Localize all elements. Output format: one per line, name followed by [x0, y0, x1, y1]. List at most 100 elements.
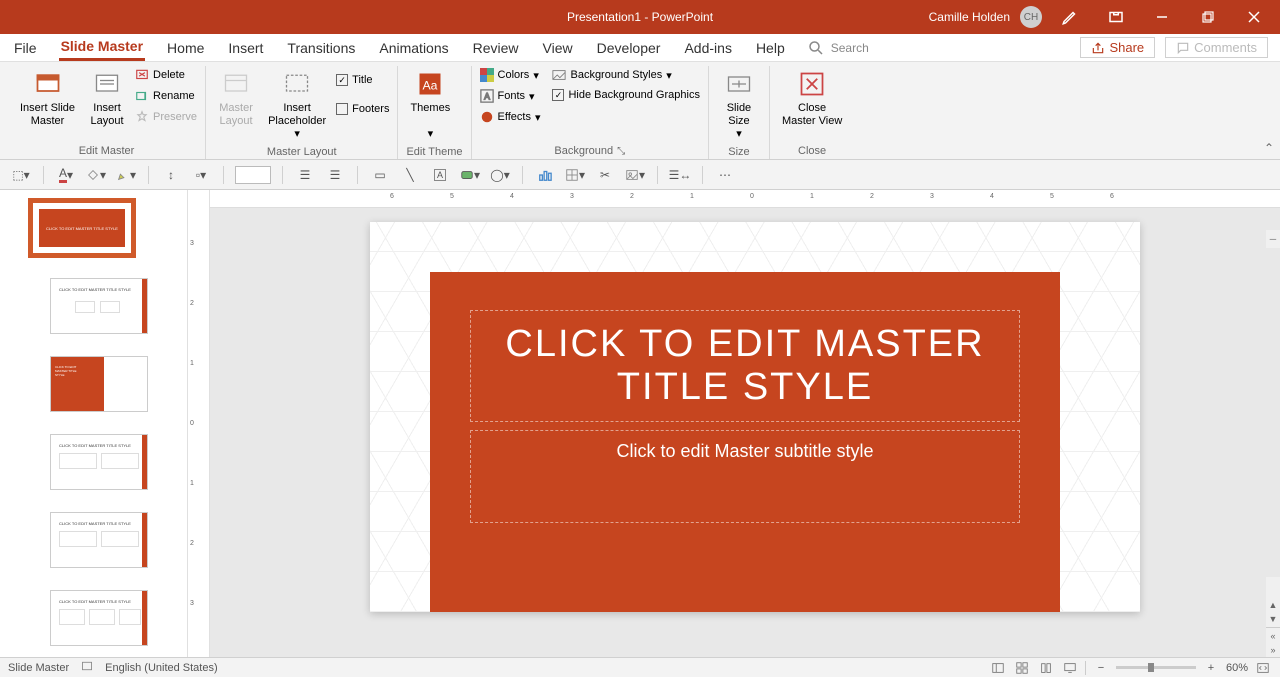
zoom-slider[interactable] [1116, 666, 1196, 669]
picture-button[interactable]: ▾ [624, 164, 646, 186]
insert-placeholder-label: Insert Placeholder [268, 102, 326, 128]
thumbnail-master[interactable]: CLICK TO EDIT MASTER TITLE STYLE [30, 200, 134, 256]
arrange-button[interactable]: ▫▾ [190, 164, 212, 186]
thumbnail-layout-2[interactable]: CLICK TO EDIT MASTER TITLE STYLE [50, 356, 148, 412]
align-right-button[interactable]: ☰ [324, 164, 346, 186]
accessibility-icon[interactable] [81, 660, 93, 675]
background-dialog-launcher[interactable]: ⤡ [617, 146, 625, 157]
slide-size-label: Slide Size [727, 102, 751, 128]
status-language[interactable]: English (United States) [105, 662, 218, 674]
footers-checkbox[interactable]: Footers [336, 101, 389, 117]
master-subtitle-placeholder[interactable]: Click to edit Master subtitle style [470, 430, 1020, 523]
hide-bg-checkbox[interactable]: ✓Hide Background Graphics [552, 87, 699, 103]
fonts-button[interactable]: AFonts ▾ [480, 87, 541, 105]
slide-canvas-area[interactable]: 6 5 4 3 2 1 0 1 2 3 4 5 6 CLICK TO EDIT … [210, 190, 1280, 657]
chart-button[interactable] [534, 164, 556, 186]
slideshow-button[interactable] [1061, 660, 1079, 676]
prev-slide-icon[interactable]: « [1268, 629, 1277, 643]
user-avatar[interactable]: CH [1020, 6, 1042, 28]
vertical-scrollbar[interactable]: ▲ ▼ « » [1266, 577, 1280, 657]
rectangle-shape-button[interactable]: ▭ [369, 164, 391, 186]
close-button[interactable] [1236, 0, 1272, 34]
zoom-level[interactable]: 60% [1226, 662, 1248, 674]
tab-slide-master[interactable]: Slide Master [59, 34, 145, 61]
font-color-button[interactable]: A▾ [55, 164, 77, 186]
colors-button[interactable]: Colors ▾ [480, 66, 541, 84]
share-button[interactable]: Share [1080, 37, 1155, 58]
ribbon-display-icon[interactable] [1098, 0, 1134, 34]
next-slide-icon[interactable]: » [1268, 643, 1277, 657]
scroll-down-icon[interactable]: ▼ [1267, 612, 1280, 626]
themes-button[interactable]: Aa Themes▾ [406, 66, 454, 144]
vruler-tick: 1 [190, 480, 194, 487]
tab-developer[interactable]: Developer [595, 36, 663, 60]
tell-me-search[interactable]: Search [807, 39, 869, 57]
tab-help[interactable]: Help [754, 36, 787, 60]
effects-label: Effects [498, 111, 531, 123]
textbox-button[interactable]: A [429, 164, 451, 186]
insert-layout-label: Insert Layout [91, 102, 124, 128]
minimize-button[interactable] [1144, 0, 1180, 34]
hruler-tick: 3 [930, 193, 934, 200]
circle-button[interactable]: ◯▾ [489, 164, 511, 186]
slide-size-button[interactable]: Slide Size ▾ [717, 66, 761, 144]
scroll-up-icon[interactable]: ▲ [1267, 598, 1280, 612]
align-dropdown[interactable]: ⬚▾ [10, 164, 32, 186]
user-name[interactable]: Camille Holden [929, 10, 1010, 24]
rename-button[interactable]: Rename [135, 87, 197, 105]
slide-thumbnail-panel[interactable]: CLICK TO EDIT MASTER TITLE STYLE CLICK T… [0, 190, 188, 657]
zoom-out-button[interactable]: − [1092, 660, 1110, 676]
fit-to-window-button[interactable] [1254, 660, 1272, 676]
horizontal-ruler: 6 5 4 3 2 1 0 1 2 3 4 5 6 [210, 190, 1280, 208]
chevron-down-icon: ▾ [428, 128, 434, 141]
thumbnail-layout-1[interactable]: CLICK TO EDIT MASTER TITLE STYLE [50, 278, 148, 334]
tab-view[interactable]: View [541, 36, 575, 60]
crop-button[interactable]: ✂ [594, 164, 616, 186]
master-title-placeholder[interactable]: CLICK TO EDIT MASTER TITLE STYLE [470, 310, 1020, 422]
tab-animations[interactable]: Animations [377, 36, 450, 60]
preserve-button[interactable]: Preserve [135, 108, 197, 126]
shape-fill-swatch[interactable] [235, 166, 271, 184]
thumbnail-layout-4[interactable]: CLICK TO EDIT MASTER TITLE STYLE [50, 512, 148, 568]
delete-button[interactable]: Delete [135, 66, 197, 84]
highlight-button[interactable]: ▾ [115, 164, 137, 186]
comments-button[interactable]: Comments [1165, 37, 1268, 58]
table-button[interactable]: ▾ [564, 164, 586, 186]
master-layout-button: Master Layout [214, 66, 258, 130]
line-shape-button[interactable]: ╲ [399, 164, 421, 186]
rounded-rect-button[interactable]: ▾ [459, 164, 481, 186]
sort-button[interactable]: ↕ [160, 164, 182, 186]
rename-label: Rename [153, 90, 195, 102]
slide-sorter-button[interactable] [1013, 660, 1031, 676]
tab-addins[interactable]: Add-ins [682, 36, 733, 60]
fill-color-button[interactable]: ▾ [85, 164, 107, 186]
tab-transitions[interactable]: Transitions [285, 36, 357, 60]
background-styles-button[interactable]: Background Styles ▾ [552, 66, 699, 84]
hruler-tick: 2 [630, 193, 634, 200]
title-checkbox[interactable]: ✓Title [336, 72, 389, 88]
normal-view-button[interactable] [989, 660, 1007, 676]
tab-file[interactable]: File [12, 36, 39, 60]
insert-slide-master-button[interactable]: Insert Slide Master [16, 66, 79, 130]
reading-view-button[interactable] [1037, 660, 1055, 676]
svg-text:A: A [484, 92, 490, 102]
pen-icon[interactable] [1052, 0, 1088, 34]
thumbnail-layout-5[interactable]: CLICK TO EDIT MASTER TITLE STYLE [50, 590, 148, 646]
splitter-handle[interactable]: ─ [1266, 234, 1280, 244]
slide-canvas[interactable]: CLICK TO EDIT MASTER TITLE STYLE Click t… [370, 222, 1140, 612]
close-master-view-button[interactable]: Close Master View [778, 66, 846, 130]
more-button[interactable]: ⋯ [714, 164, 736, 186]
tab-insert[interactable]: Insert [226, 36, 265, 60]
align-left-button[interactable]: ☰ [294, 164, 316, 186]
maximize-button[interactable] [1190, 0, 1226, 34]
tab-home[interactable]: Home [165, 36, 206, 60]
collapse-ribbon-icon[interactable]: ⌃ [1264, 141, 1274, 155]
selection-pane-button[interactable]: ☰↔ [669, 164, 691, 186]
effects-button[interactable]: Effects ▾ [480, 108, 541, 126]
insert-layout-button[interactable]: Insert Layout [85, 66, 129, 130]
thumbnail-layout-3[interactable]: CLICK TO EDIT MASTER TITLE STYLE [50, 434, 148, 490]
zoom-in-button[interactable]: + [1202, 660, 1220, 676]
insert-placeholder-button[interactable]: Insert Placeholder ▾ [264, 66, 330, 144]
tab-review[interactable]: Review [471, 36, 521, 60]
canvas-extras: ─ [1266, 230, 1280, 248]
